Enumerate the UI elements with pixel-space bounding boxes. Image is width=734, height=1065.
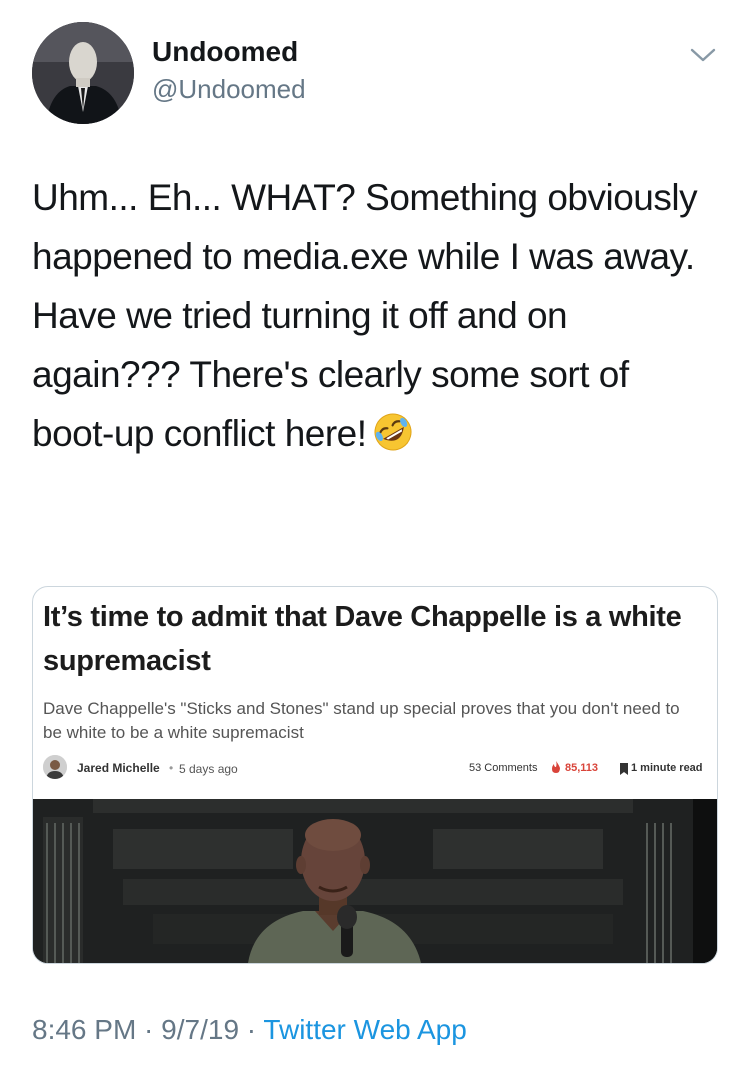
source-app-link[interactable]: Twitter Web App [263,1014,466,1045]
chevron-down-icon[interactable] [688,44,718,66]
card-date: 5 days ago [179,762,238,776]
card-comments: 53 Comments [469,762,538,774]
card-views: 85,113 [565,762,599,774]
card-title: It’s time to admit that Dave Chappelle i… [43,601,682,677]
bookmark-icon [619,762,629,775]
author-avatar [43,755,67,779]
link-preview-card[interactable]: It’s time to admit that Dave Chappelle i… [32,586,718,964]
user-handle[interactable]: @Undoomed [152,74,306,105]
tweet-body: Uhm... Eh... WHAT? Something obviously h… [32,177,698,454]
rolling-on-floor-laughing-emoji-icon [371,410,415,454]
card-author: Jared Michelle [77,761,160,775]
card-subtitle: Dave Chappelle's "Sticks and Stones" sta… [43,699,680,742]
tweet-time[interactable]: 8:46 PM [32,1014,136,1045]
meta-separator: • [169,761,174,775]
tweet-date[interactable]: 9/7/19 [161,1014,239,1045]
faceless-man-avatar-icon [32,22,134,124]
separator-dot: · [239,1014,264,1045]
tweet-text: Uhm... Eh... WHAT? Something obviously h… [32,168,712,463]
fire-icon [550,760,562,774]
card-read-time: 1 minute read [631,762,703,774]
display-name[interactable]: Undoomed [152,36,298,68]
tweet-timestamp: 8:46 PM · 9/7/19 · Twitter Web App [32,1014,467,1046]
separator-dot: · [136,1014,162,1045]
comedian-photo [33,799,717,963]
avatar[interactable] [32,22,134,124]
